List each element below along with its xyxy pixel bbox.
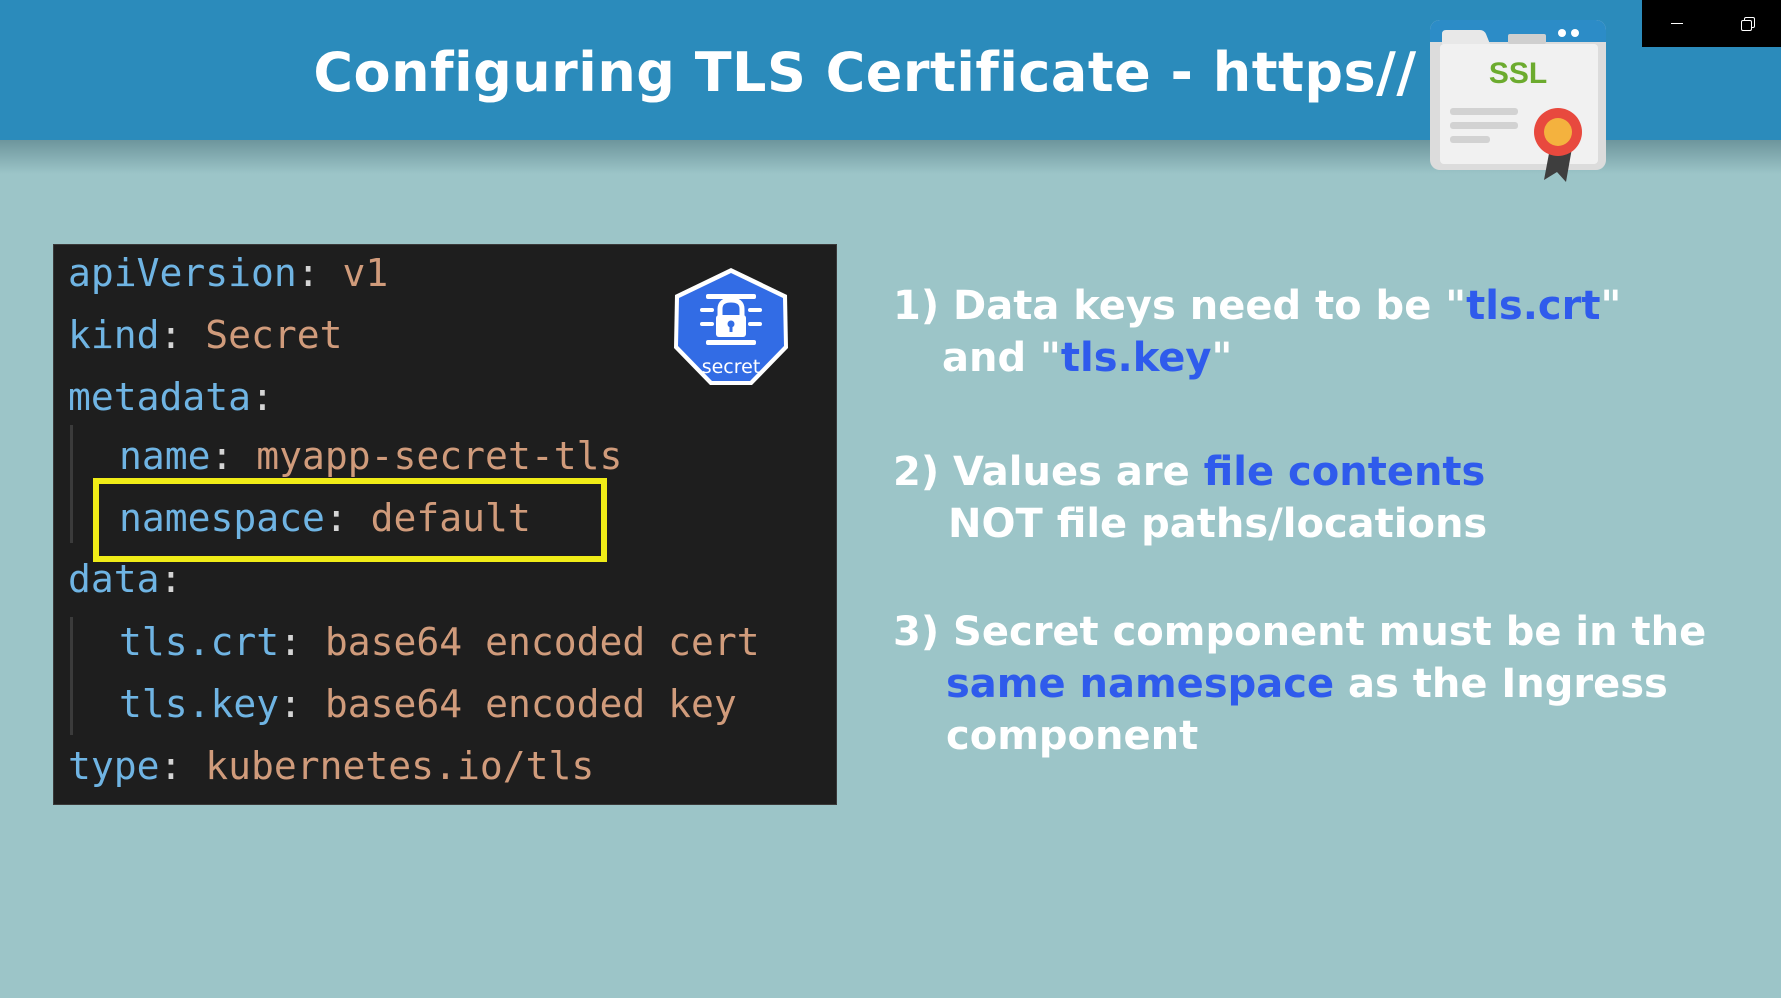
yaml-value: v1 bbox=[342, 251, 389, 295]
yaml-value: Secret bbox=[205, 313, 343, 357]
minimize-icon bbox=[1671, 23, 1683, 24]
ssl-badge-label: SSL bbox=[1488, 57, 1548, 90]
indent-guide bbox=[70, 425, 73, 543]
restore-icon-front bbox=[1741, 20, 1752, 31]
secret-icon-label: secret bbox=[701, 356, 761, 378]
yaml-value: base64 encoded key bbox=[324, 682, 737, 726]
code-line-kind: kind: Secret bbox=[68, 313, 343, 357]
code-line-tls-crt: tls.crt: base64 encoded cert bbox=[119, 620, 760, 664]
yaml-key: name bbox=[119, 434, 211, 478]
point-3-line-2: same namespace as the Ingress bbox=[946, 661, 1668, 707]
highlight-text: file contents bbox=[1203, 449, 1486, 495]
highlight-text: tls.key bbox=[1060, 335, 1212, 381]
point-2-line-1: 2) Values are file contents bbox=[893, 449, 1486, 495]
yaml-value: base64 encoded cert bbox=[324, 620, 760, 664]
highlight-text: tls.crt bbox=[1466, 283, 1601, 329]
point-2: 2) Values are file contents NOT file pat… bbox=[893, 446, 1753, 550]
point-1: 1) Data keys need to be "tls.crt" and "t… bbox=[893, 280, 1753, 384]
window-controls bbox=[1642, 0, 1781, 47]
yaml-key: tls.crt bbox=[119, 620, 280, 664]
yaml-key: metadata bbox=[68, 375, 252, 419]
ssl-certificate-icon bbox=[1430, 20, 1606, 182]
highlight-text: same namespace bbox=[946, 661, 1335, 707]
restore-button[interactable] bbox=[1712, 0, 1781, 47]
minimize-button[interactable] bbox=[1642, 0, 1711, 47]
point-3-line-3: component bbox=[946, 713, 1199, 759]
point-3: 3) Secret component must be in the same … bbox=[893, 606, 1753, 762]
yaml-value: myapp-secret-tls bbox=[256, 434, 623, 478]
yaml-key: type bbox=[68, 744, 160, 788]
yaml-key: apiVersion bbox=[68, 251, 297, 295]
yaml-key: data bbox=[68, 557, 160, 601]
point-1-line-1: 1) Data keys need to be "tls.crt" bbox=[893, 283, 1622, 329]
point-3-line-1: 3) Secret component must be in the bbox=[893, 609, 1707, 655]
point-2-line-2: NOT file paths/locations bbox=[948, 501, 1488, 547]
yaml-value: kubernetes.io/tls bbox=[205, 744, 595, 788]
code-line-apiversion: apiVersion: v1 bbox=[68, 251, 389, 295]
indent-guide bbox=[70, 617, 73, 735]
code-line-name: name: myapp-secret-tls bbox=[119, 434, 623, 478]
namespace-highlight-box bbox=[93, 478, 607, 562]
code-line-tls-key: tls.key: base64 encoded key bbox=[119, 682, 737, 726]
point-1-line-2: and "tls.key" bbox=[942, 335, 1233, 381]
yaml-key: tls.key bbox=[119, 682, 280, 726]
code-line-type: type: kubernetes.io/tls bbox=[68, 744, 595, 788]
yaml-key: kind bbox=[68, 313, 160, 357]
code-line-metadata: metadata: bbox=[68, 375, 274, 419]
